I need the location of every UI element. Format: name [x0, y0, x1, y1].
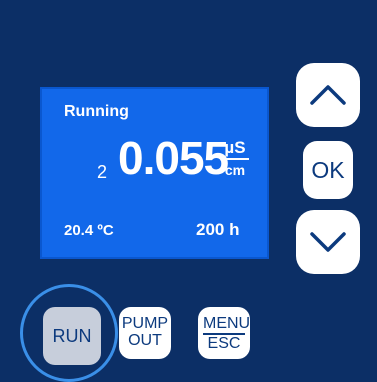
- conductivity-reading: 0.055: [118, 132, 229, 184]
- chevron-down-icon: [310, 232, 346, 252]
- ok-label: OK: [311, 157, 345, 183]
- device-panel: Running 2 0.055 µS cm 20.4 ºC 200 h OK R…: [0, 0, 377, 382]
- unit-numerator: µS: [221, 139, 249, 160]
- temperature-readout: 20.4 ºC: [64, 222, 114, 239]
- menu-label-line2: ESC: [207, 335, 241, 352]
- lcd-display: Running 2 0.055 µS cm 20.4 ºC 200 h: [40, 87, 269, 259]
- chevron-up-icon: [310, 85, 346, 105]
- ok-button[interactable]: OK: [303, 141, 353, 199]
- down-button[interactable]: [296, 210, 360, 274]
- operating-hours: 200 h: [196, 220, 240, 239]
- status-text: Running: [64, 103, 129, 120]
- pump-out-button[interactable]: PUMP OUT: [119, 307, 171, 359]
- pump-label-line2: OUT: [128, 332, 162, 349]
- up-button[interactable]: [296, 63, 360, 127]
- conductivity-unit: µS cm: [221, 139, 249, 179]
- unit-denominator: cm: [224, 162, 246, 178]
- menu-esc-button[interactable]: MENU ESC: [198, 307, 250, 359]
- run-button[interactable]: RUN: [43, 307, 101, 365]
- pump-label-line1: PUMP: [121, 315, 169, 332]
- menu-label-line1: MENU: [203, 315, 250, 335]
- channel-number: 2: [97, 162, 108, 182]
